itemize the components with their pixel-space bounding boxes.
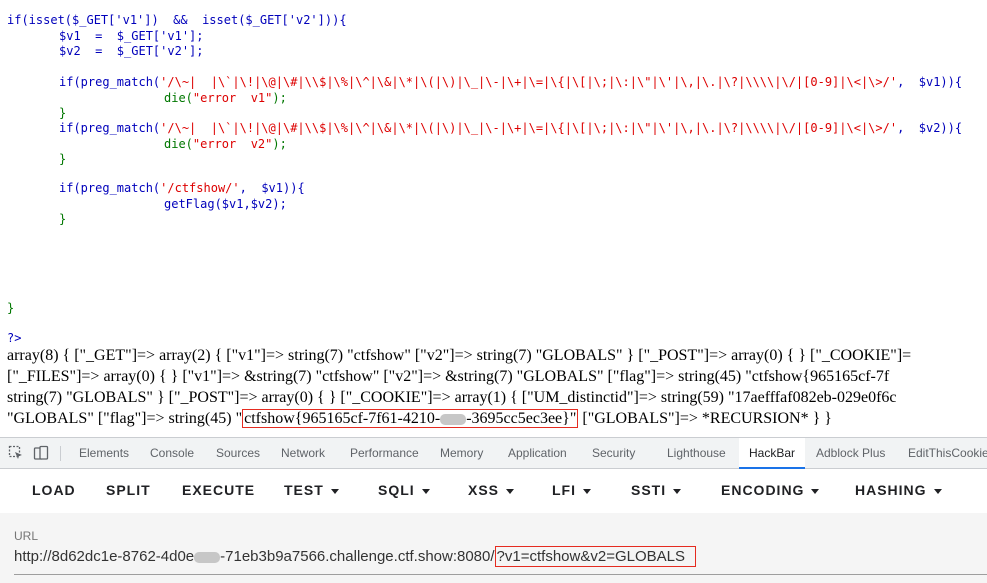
dump-line: ["_FILES"]=> array(0) { } ["v1"]=> &stri… [7,368,890,385]
tab-sources[interactable]: Sources [216,438,260,469]
ssti-menu[interactable]: SSTI [631,482,682,498]
test-menu-label: TEST [284,482,324,498]
caret-down-icon [330,488,339,494]
xss-menu-label: XSS [468,482,500,498]
code-line: $v2 = $_GET['v2']; [59,44,204,58]
tab-performance[interactable]: Performance [350,438,419,469]
redaction-blur [440,413,467,425]
dump-text: "GLOBALS" ["flag"]=> string(45) " [7,410,243,427]
code-line: } [59,212,67,226]
tab-memory[interactable]: Memory [440,438,483,469]
caret-down-icon [583,488,591,494]
flag-text: ctfshow{965165cf-7f61-4210- [244,410,441,427]
caret-down-icon [933,488,942,494]
code-token: , $v2)){ [897,121,963,135]
code-token: if(preg_match( [59,181,161,195]
php-source-code: if(isset($_GET['v1']) && isset($_GET['v2… [7,13,982,345]
device-toolbar-icon[interactable] [33,445,49,461]
dump-text: ["GLOBALS"]=> *RECURSION* } } [578,410,832,427]
test-menu[interactable]: TEST [284,482,339,498]
caret-down-icon [673,488,682,494]
load-button[interactable]: LOAD [32,482,76,498]
xss-menu[interactable]: XSS [468,482,515,498]
code-token: , $v1)){ [897,75,963,89]
tab-application[interactable]: Application [508,438,567,469]
encoding-menu[interactable]: ENCODING [721,482,820,498]
caret-down-icon [811,488,820,494]
tab-network[interactable]: Network [281,438,325,469]
code-line: $v1 = $_GET['v1']; [59,29,204,43]
code-keyword: ); [272,137,287,151]
code-line: getFlag($v1,$v2); [164,197,287,211]
sqli-menu[interactable]: SQLI [378,482,430,498]
code-string: "error v1" [192,91,273,105]
flag-highlight: ctfshow{965165cf-7f61-4210- -3695cc5ec3ee… [242,409,579,428]
dump-line: "GLOBALS" ["flag"]=> string(45) " ctfshow… [7,408,832,429]
code-line: } [59,106,67,120]
split-button[interactable]: SPLIT [106,482,151,498]
code-string: "error v2" [192,137,273,151]
code-line: if(preg_match('/\~| |\`|\!|\@|\#|\\$|\%|… [59,75,962,90]
code-keyword: die( [164,137,193,151]
code-line: if(preg_match('/\~| |\`|\!|\@|\#|\\$|\%|… [59,121,962,136]
url-field[interactable]: URL http://8d62dc1e-8762-4d0e -71eb3b9a75… [0,513,987,583]
code-token: , $v1)){ [239,181,305,195]
code-line: die("error v2"); [164,137,287,152]
lfi-menu-label: LFI [552,482,576,498]
dump-line: array(8) { ["_GET"]=> array(2) { ["v1"]=… [7,347,912,364]
devtools-tab-bar: Elements Console Sources Network Perform… [0,437,987,469]
tab-security[interactable]: Security [592,438,635,469]
tab-console[interactable]: Console [150,438,194,469]
tab-editthiscookie[interactable]: EditThisCookie [908,438,987,469]
execute-button[interactable]: EXECUTE [182,482,255,498]
code-line: die("error v1"); [164,91,287,106]
tab-adblock-plus[interactable]: Adblock Plus [816,438,885,469]
code-line: if(preg_match('/ctfshow/', $v1)){ [59,181,305,196]
code-line: } [7,301,15,315]
regex-string: '/\~| |\`|\!|\@|\#|\\$|\%|\^|\&|\*|\(|\)… [160,75,898,89]
hashing-menu-label: HASHING [855,482,927,498]
encoding-menu-label: ENCODING [721,482,805,498]
sqli-menu-label: SQLI [378,482,415,498]
code-line: } [59,152,67,166]
url-text: http://8d62dc1e-8762-4d0e [14,548,195,565]
flag-text: -3695cc5ec3ee}" [466,410,577,427]
code-string: '/ctfshow/' [160,181,240,195]
inspect-element-icon[interactable] [8,445,24,461]
dump-line: string(7) "GLOBALS" } ["_POST"]=> array(… [7,389,897,406]
code-token: if(preg_match( [59,75,161,89]
lfi-menu[interactable]: LFI [552,482,591,498]
caret-down-icon [506,488,515,494]
tab-lighthouse[interactable]: Lighthouse [667,438,726,469]
url-input[interactable]: http://8d62dc1e-8762-4d0e -71eb3b9a7566.c… [14,546,696,567]
regex-string: '/\~| |\`|\!|\@|\#|\\$|\%|\^|\&|\*|\(|\)… [160,121,898,135]
url-text: -71eb3b9a7566.challenge.ctf.show:8080/ [220,548,495,565]
tab-elements[interactable]: Elements [79,438,129,469]
hackbar-toolbar: LOAD SPLIT EXECUTE TEST SQLI XSS LFI SST… [0,469,987,513]
tab-hackbar[interactable]: HackBar [739,438,806,469]
url-label: URL [14,529,39,543]
code-keyword: die( [164,91,193,105]
code-keyword: ); [272,91,287,105]
url-field-underline [14,574,987,575]
url-query-highlight: ?v1=ctfshow&v2=GLOBALS [494,546,696,567]
caret-down-icon [421,488,430,494]
ssti-menu-label: SSTI [631,482,667,498]
hashing-menu[interactable]: HASHING [855,482,942,498]
tab-divider [60,446,61,461]
var-dump-output: array(8) { ["_GET"]=> array(2) { ["v1"]=… [7,345,987,435]
redaction-blur [194,551,221,563]
code-line: ?> [7,331,22,345]
code-line: if(isset($_GET['v1']) && isset($_GET['v2… [7,13,347,27]
code-token: if(preg_match( [59,121,161,135]
